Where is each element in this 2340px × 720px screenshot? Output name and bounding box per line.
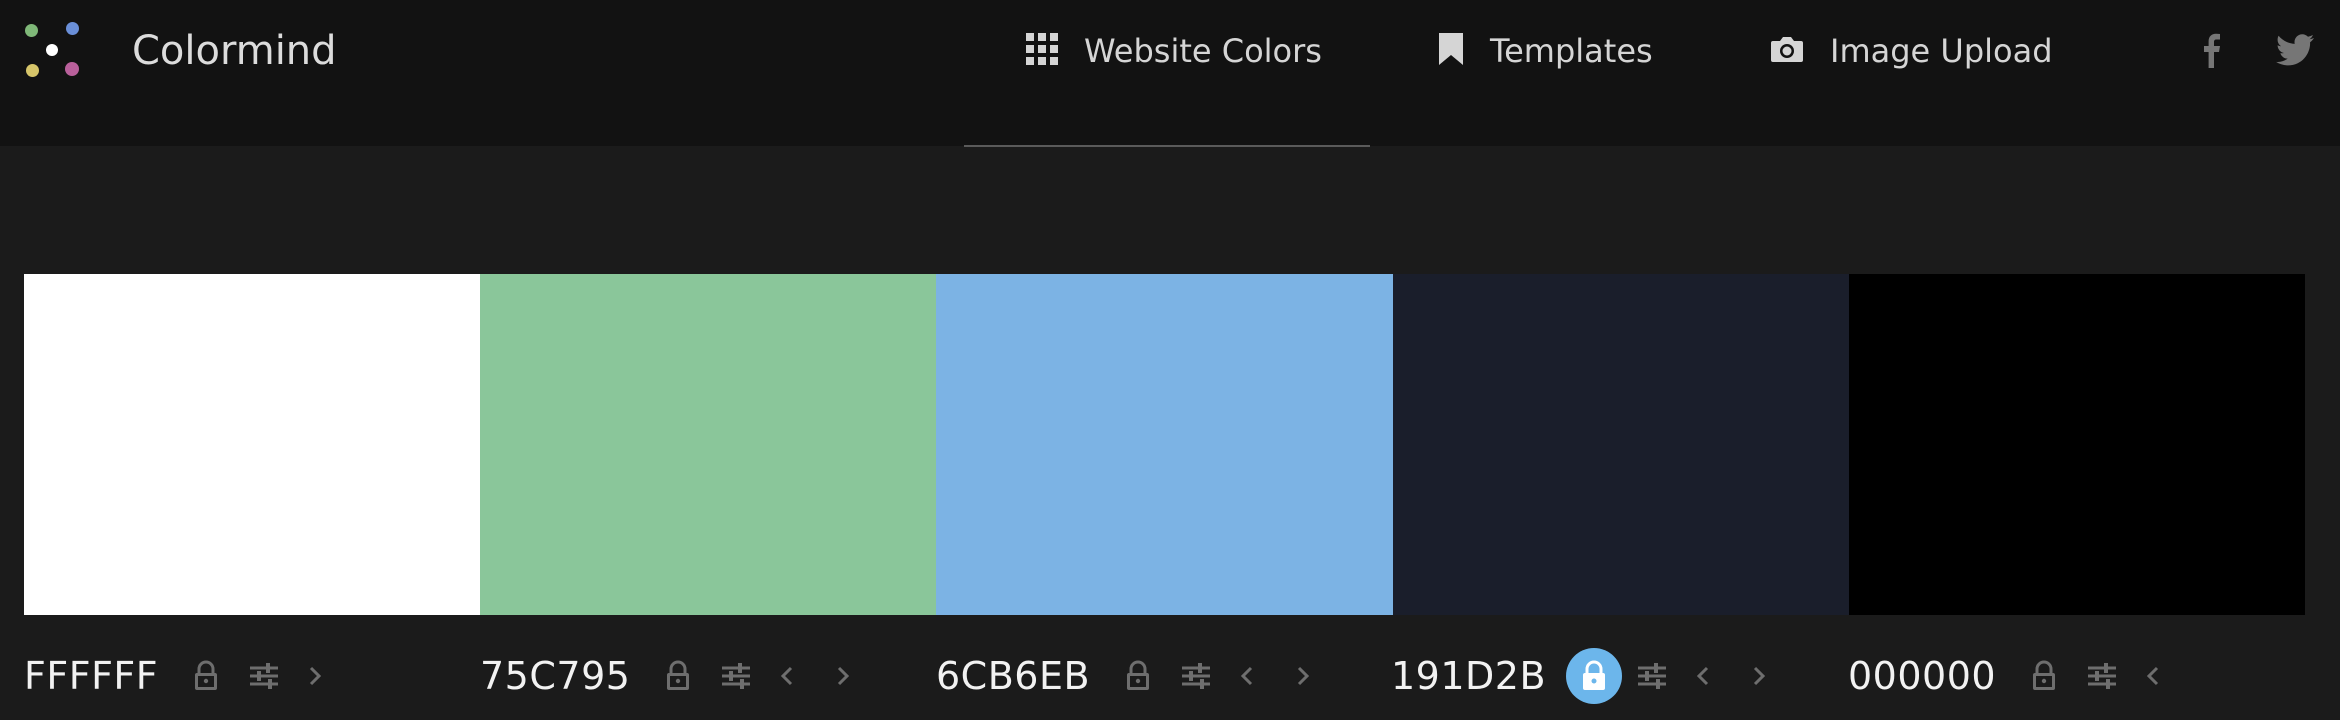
nav-image-upload[interactable]: Image Upload [1770, 24, 2053, 78]
chevron-left-icon[interactable] [2136, 664, 2170, 688]
grid-icon [1026, 33, 1058, 69]
nav-website-colors[interactable]: Website Colors [1026, 24, 1322, 78]
lock-icon[interactable] [1566, 648, 1623, 704]
color-swatch[interactable] [1392, 274, 1849, 615]
swatch-controls: FFFFFF [24, 646, 332, 706]
nav-label: Image Upload [1830, 32, 2053, 70]
lock-icon[interactable] [178, 648, 234, 704]
lock-icon[interactable] [2016, 648, 2072, 704]
swatch-controls: 191D2B [1391, 646, 1776, 706]
lock-icon[interactable] [650, 648, 706, 704]
chevron-right-icon[interactable] [1286, 664, 1320, 688]
brand-name: Colormind [132, 28, 337, 74]
chevron-right-icon[interactable] [1742, 664, 1776, 688]
bookmark-icon [1438, 32, 1464, 70]
nav-label: Website Colors [1084, 32, 1322, 70]
hex-code[interactable]: FFFFFF [24, 654, 158, 698]
active-nav-indicator [964, 145, 1370, 147]
chevron-left-icon[interactable] [1686, 664, 1720, 688]
color-swatch[interactable] [936, 274, 1393, 615]
nav-label: Templates [1490, 32, 1653, 70]
lock-icon[interactable] [1110, 648, 1166, 704]
color-swatch[interactable] [24, 274, 481, 615]
hex-code[interactable]: 000000 [1848, 654, 1996, 698]
sliders-icon[interactable] [2082, 662, 2122, 690]
swatch-controls: 000000 [1848, 646, 2170, 706]
color-palette [24, 274, 2305, 615]
swatch-controls: 6CB6EB [936, 646, 1320, 706]
chevron-left-icon[interactable] [1230, 664, 1264, 688]
facebook-icon[interactable] [2192, 30, 2232, 70]
chevron-right-icon[interactable] [826, 664, 860, 688]
brand[interactable]: Colormind [22, 20, 337, 82]
chevron-left-icon[interactable] [770, 664, 804, 688]
sliders-icon[interactable] [1632, 662, 1672, 690]
hex-code[interactable]: 6CB6EB [936, 654, 1090, 698]
camera-icon [1770, 35, 1804, 67]
sliders-icon[interactable] [1176, 662, 1216, 690]
sliders-icon[interactable] [244, 662, 284, 690]
nav-templates[interactable]: Templates [1438, 24, 1653, 78]
colormind-logo-icon [22, 20, 80, 82]
top-navigation-bar: Colormind Website Colors Templates Image… [0, 0, 2340, 146]
sliders-icon[interactable] [716, 662, 756, 690]
twitter-icon[interactable] [2274, 30, 2314, 70]
chevron-right-icon[interactable] [298, 664, 332, 688]
color-swatch[interactable] [1848, 274, 2305, 615]
hex-code[interactable]: 191D2B [1391, 654, 1546, 698]
color-swatch[interactable] [480, 274, 937, 615]
swatch-controls: 75C795 [480, 646, 860, 706]
hex-code[interactable]: 75C795 [480, 654, 630, 698]
